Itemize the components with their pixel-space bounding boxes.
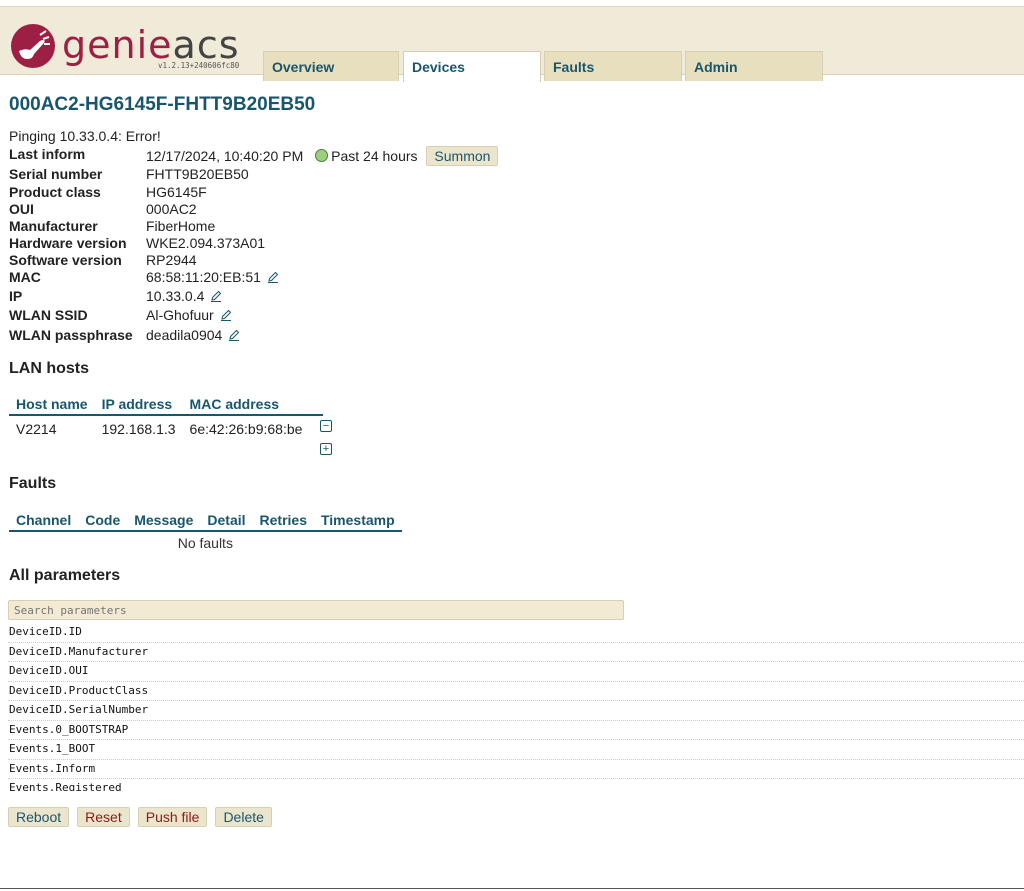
col-ip-address[interactable]: IP address bbox=[94, 394, 183, 416]
info-value: deadila0904 bbox=[146, 327, 223, 343]
collapse-icon[interactable]: − bbox=[320, 420, 332, 432]
parameter-item[interactable]: DeviceID.OUI bbox=[8, 662, 1024, 682]
info-label: Product class bbox=[9, 184, 101, 200]
summon-button[interactable]: Summon bbox=[426, 146, 499, 166]
parameter-item[interactable]: Events.1_BOOT bbox=[8, 740, 1024, 760]
col-host-name[interactable]: Host name bbox=[9, 394, 95, 416]
last-inform-value: 12/17/2024, 10:40:20 PM bbox=[146, 148, 304, 164]
info-value: HG6145F bbox=[146, 184, 207, 200]
info-value: RP2944 bbox=[146, 252, 197, 268]
edit-pencil-icon[interactable] bbox=[267, 271, 279, 283]
no-faults-text: No faults bbox=[177, 535, 233, 551]
info-label: Serial number bbox=[9, 166, 103, 182]
device-title: 000AC2-HG6145F-FHTT9B20EB50 bbox=[9, 94, 316, 115]
lan-hosts-heading: LAN hosts bbox=[9, 360, 89, 377]
col-channel[interactable]: Channel bbox=[9, 510, 79, 532]
all-parameters-heading: All parameters bbox=[9, 567, 121, 584]
tab-faults[interactable]: Faults bbox=[544, 51, 682, 81]
mac-address-cell: 6e:42:26:b9:68:be bbox=[189, 421, 303, 437]
reboot-button[interactable]: Reboot bbox=[8, 807, 70, 827]
info-value: 10.33.0.4 bbox=[146, 288, 205, 304]
genieacs-logo[interactable]: genieacs v1.2.13+240606fc80 bbox=[10, 21, 250, 77]
host-name-cell: V2214 bbox=[16, 421, 57, 437]
col-timestamp[interactable]: Timestamp bbox=[313, 510, 402, 532]
online-status-dot-icon bbox=[315, 149, 329, 162]
top-header: genieacs v1.2.13+240606fc80 Overview Dev… bbox=[0, 6, 1024, 82]
col-message[interactable]: Message bbox=[127, 510, 201, 532]
info-label: WLAN SSID bbox=[9, 307, 88, 323]
info-value: 68:58:11:20:EB:51 bbox=[146, 269, 261, 285]
push-file-button[interactable]: Push file bbox=[137, 807, 208, 827]
edit-pencil-icon[interactable] bbox=[210, 290, 222, 302]
parameter-item[interactable]: DeviceID.ID bbox=[8, 623, 1024, 643]
parameter-item[interactable]: DeviceID.Manufacturer bbox=[8, 643, 1024, 662]
info-value: 000AC2 bbox=[146, 201, 197, 217]
parameter-item[interactable]: Events.0_BOOTSTRAP bbox=[8, 721, 1024, 740]
parameter-item[interactable]: Events.Registered bbox=[8, 779, 1024, 791]
reset-button[interactable]: Reset bbox=[77, 807, 130, 827]
info-label: MAC bbox=[9, 269, 41, 285]
bottom-border bbox=[0, 888, 1024, 889]
info-label: OUI bbox=[9, 201, 34, 217]
version-text: v1.2.13+240606fc80 bbox=[158, 61, 240, 70]
tab-admin[interactable]: Admin bbox=[685, 51, 823, 81]
col-detail[interactable]: Detail bbox=[200, 510, 253, 532]
device-actions: Reboot Reset Push file Delete bbox=[8, 807, 280, 827]
ip-address-cell: 192.168.1.3 bbox=[101, 421, 176, 437]
faults-heading: Faults bbox=[9, 475, 57, 492]
online-status: Past 24 hours bbox=[331, 148, 418, 164]
info-value: FHTT9B20EB50 bbox=[146, 166, 249, 182]
parameter-item[interactable]: DeviceID.ProductClass bbox=[8, 682, 1024, 701]
faults-table: Channel Code Message Detail Retries Time… bbox=[9, 510, 402, 556]
info-label: Manufacturer bbox=[9, 218, 98, 234]
last-inform-label: Last inform bbox=[9, 146, 86, 162]
info-value: Al-Ghofuur bbox=[146, 307, 214, 323]
info-label: Hardware version bbox=[9, 235, 127, 251]
genie-lamp-icon bbox=[11, 24, 55, 68]
col-retries[interactable]: Retries bbox=[252, 510, 314, 532]
col-code[interactable]: Code bbox=[78, 510, 128, 532]
parameter-item[interactable]: DeviceID.SerialNumber bbox=[8, 701, 1024, 721]
parameter-item[interactable]: Events.Inform bbox=[8, 760, 1024, 779]
info-label: WLAN passphrase bbox=[9, 327, 133, 343]
col-mac-address[interactable]: MAC address bbox=[182, 394, 310, 416]
info-value: FiberHome bbox=[146, 218, 216, 234]
table-row: V2214 192.168.1.3 6e:42:26:b9:68:be bbox=[9, 415, 323, 442]
edit-pencil-icon[interactable] bbox=[220, 309, 232, 321]
search-parameters-input[interactable] bbox=[8, 600, 624, 620]
tab-overview[interactable]: Overview bbox=[263, 51, 399, 81]
delete-button[interactable]: Delete bbox=[215, 807, 272, 827]
info-label: Software version bbox=[9, 252, 122, 268]
tab-devices[interactable]: Devices bbox=[403, 51, 541, 82]
ping-status: Pinging 10.33.0.4: Error! bbox=[9, 128, 161, 144]
expand-icon[interactable]: + bbox=[320, 443, 332, 455]
info-value: WKE2.094.373A01 bbox=[146, 235, 266, 251]
parameters-list[interactable]: DeviceID.ID DeviceID.Manufacturer DeviceID… bbox=[8, 623, 1024, 791]
info-label: IP bbox=[9, 288, 23, 304]
edit-pencil-icon[interactable] bbox=[228, 329, 240, 341]
lan-hosts-table: Host name IP address MAC address V2214 1… bbox=[9, 394, 324, 442]
